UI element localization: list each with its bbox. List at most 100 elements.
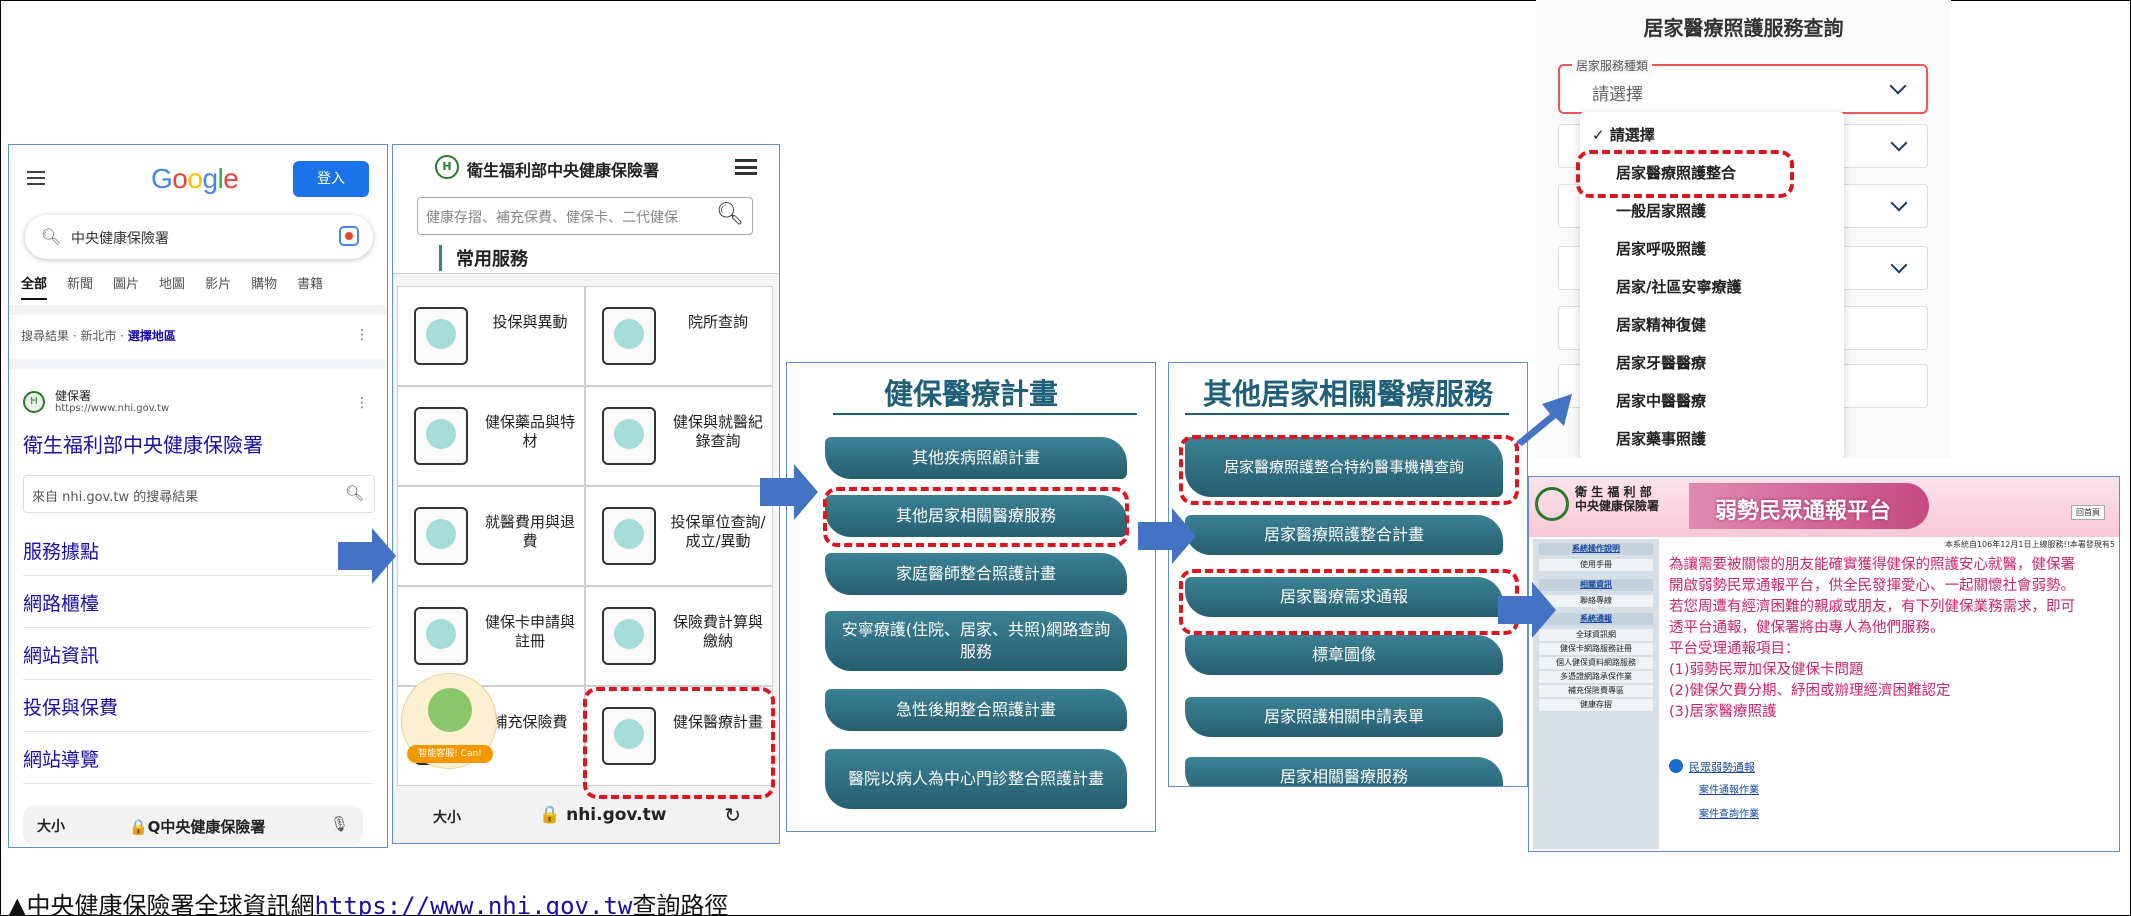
- service-tile[interactable]: 健保卡申請與註冊: [397, 586, 585, 686]
- title-underline: [833, 413, 1137, 415]
- home-button[interactable]: 回首頁: [2071, 505, 2105, 520]
- divider: [23, 575, 373, 576]
- sitelink[interactable]: 投保與保費: [23, 693, 118, 720]
- arrow-right-icon: [1498, 582, 1556, 638]
- address-text: 🔒Q中央健康保險署: [129, 818, 266, 836]
- home-service-item[interactable]: 居家醫療需求通報: [1185, 577, 1503, 617]
- search-tabs: 全部 新聞 圖片 地圖 影片 購物 書籍: [21, 273, 323, 300]
- home-service-item[interactable]: 居家相關醫療服務: [1185, 757, 1503, 786]
- plan-item[interactable]: 醫院以病人為中心門診整合照護計畫: [825, 749, 1127, 809]
- dropdown-option[interactable]: 居家醫療照護整合: [1580, 154, 1844, 192]
- more-options-icon[interactable]: ⋮: [355, 327, 369, 343]
- chevron-down-icon: [1890, 134, 1908, 152]
- sidebar-item[interactable]: 使用手冊: [1539, 559, 1653, 571]
- sidebar-item[interactable]: 個人健保資料網路服務: [1539, 657, 1653, 669]
- arrow-right-icon: [338, 528, 396, 584]
- service-tile[interactable]: 投保單位查詢/成立/異動: [585, 486, 773, 586]
- location-line: 搜尋結果 · 新北市 · 選擇地區: [21, 329, 176, 343]
- home-service-item[interactable]: 居家醫療照護整合特約醫事機構查詢: [1185, 437, 1503, 497]
- dropdown-option[interactable]: 請選擇: [1580, 116, 1844, 154]
- text-size-button[interactable]: 大小: [433, 807, 461, 827]
- case-query-link[interactable]: 案件查詢作業: [1699, 805, 1759, 820]
- service-tile[interactable]: 健保與就醫紀錄查詢: [585, 386, 773, 486]
- text-size-button[interactable]: 大小: [37, 816, 65, 836]
- browser-address-bar[interactable]: 大小 🔒 nhi.gov.tw ↻: [393, 789, 779, 843]
- heart-hands-icon: [602, 707, 656, 765]
- chatbot-badge[interactable]: 智能客服! Can!: [407, 745, 493, 763]
- service-tile[interactable]: 投保與異動: [397, 286, 585, 386]
- vulnerable-report-platform-screen: 衛 生 福 利 部中央健康保險署 弱勢民眾通報平台 回首頁 系統操作說明 使用手…: [1528, 476, 2120, 852]
- dropdown-option[interactable]: 居家/社區安寧療護: [1580, 268, 1844, 306]
- dropdown-option[interactable]: 一般居家照護: [1580, 192, 1844, 230]
- sitelink[interactable]: 網站導覽: [23, 745, 99, 772]
- case-report-link[interactable]: 案件通報作業: [1699, 781, 1759, 796]
- building-icon: [602, 507, 656, 565]
- menu-icon[interactable]: [735, 159, 757, 175]
- system-notice: 本系統自106年12月1日上線服務!!本署發現有5: [1944, 540, 2115, 549]
- search-icon[interactable]: 🔍︎: [716, 202, 744, 227]
- nhi-website-link[interactable]: https://www.nhi.gov.tw: [314, 892, 632, 916]
- bill-refund-icon: [414, 507, 468, 565]
- arrow-right-icon: [760, 464, 818, 520]
- browser-address-bar[interactable]: 大小 🔒Q中央健康保險署 🎙︎: [23, 805, 363, 845]
- sitelink[interactable]: 網路櫃檯: [23, 589, 99, 616]
- tab-videos[interactable]: 影片: [205, 273, 231, 300]
- org-name: 衛 生 福 利 部中央健康保險署: [1575, 485, 1660, 513]
- home-service-item[interactable]: 標章圖像: [1185, 635, 1503, 675]
- title-underline: [1185, 413, 1509, 415]
- google-lens-icon[interactable]: [339, 226, 359, 246]
- result-options-icon[interactable]: ⋮: [355, 395, 369, 411]
- address-text: 🔒 nhi.gov.tw: [539, 805, 667, 825]
- tab-images[interactable]: 圖片: [113, 273, 139, 300]
- sidebar-item[interactable]: 系統操作說明: [1539, 543, 1653, 555]
- divider: [23, 783, 373, 784]
- service-tile-health-plan[interactable]: 健保醫療計畫: [585, 686, 773, 786]
- google-search-input[interactable]: 🔍︎ 中央健康保險署: [25, 215, 373, 259]
- plan-item[interactable]: 家庭醫師整合照護計畫: [825, 553, 1127, 595]
- microphone-icon[interactable]: 🎙︎: [330, 815, 349, 833]
- site-header: 衛 生 福 利 部中央健康保險署 弱勢民眾通報平台 回首頁: [1529, 477, 2119, 537]
- service-tile[interactable]: 就醫費用與退費: [397, 486, 585, 586]
- sitelink[interactable]: 服務據點: [23, 537, 99, 564]
- arrow-up-right-icon: [1516, 394, 1572, 446]
- sitelink[interactable]: 網站資訊: [23, 641, 99, 668]
- dropdown-option[interactable]: 居家牙醫醫療: [1580, 344, 1844, 382]
- home-service-item[interactable]: 居家醫療照護整合計畫: [1185, 515, 1503, 555]
- plan-item[interactable]: 其他居家相關醫療服務: [825, 495, 1127, 537]
- service-type-select[interactable]: 居家服務種類 請選擇: [1558, 57, 1928, 114]
- sidebar-item[interactable]: 補充保險費專區: [1539, 685, 1653, 697]
- chevron-down-icon: [1890, 194, 1908, 212]
- tab-maps[interactable]: 地圖: [159, 273, 185, 300]
- figure-caption: ▲中央健康保險署全球資訊網https://www.nhi.gov.tw查詢路徑: [8, 886, 728, 916]
- plan-item[interactable]: 急性後期整合照護計畫: [825, 689, 1127, 731]
- reload-icon[interactable]: ↻: [724, 803, 741, 827]
- tab-books[interactable]: 書籍: [297, 273, 323, 300]
- sidebar-item[interactable]: 健康存摺: [1539, 699, 1653, 711]
- dropdown-option[interactable]: 居家藥事照護: [1580, 420, 1844, 458]
- service-tile[interactable]: 健保藥品與特材: [397, 386, 585, 486]
- health-plan-panel: 健保醫療計畫 其他疾病照顧計畫 其他居家相關醫療服務 家庭醫師整合照護計畫 安寧…: [786, 362, 1156, 832]
- tab-shopping[interactable]: 購物: [251, 273, 277, 300]
- dropdown-option[interactable]: 居家中醫醫療: [1580, 382, 1844, 420]
- arrow-right-icon: [1138, 508, 1196, 564]
- sidebar-item[interactable]: 多憑證網路承保作業: [1539, 671, 1653, 683]
- sidebar-item[interactable]: 健保卡網路服務註冊: [1539, 643, 1653, 655]
- dropdown-option[interactable]: 居家精神復健: [1580, 306, 1844, 344]
- site-search-input[interactable]: 來自 nhi.gov.tw 的搜尋結果 🔍︎: [23, 475, 375, 513]
- dropdown-option[interactable]: 居家呼吸照護: [1580, 230, 1844, 268]
- menu-icon[interactable]: [27, 171, 45, 185]
- nhi-mobile-screen: H 衛生福利部中央健康保險署 健康存摺、補充保費、健保卡、二代健保 🔍︎ 常用服…: [392, 144, 780, 844]
- report-section-link[interactable]: 民眾弱勢通報: [1689, 759, 1755, 775]
- login-button[interactable]: 登入: [293, 161, 369, 197]
- choose-region-link[interactable]: 選擇地區: [128, 329, 176, 343]
- service-tile[interactable]: 院所查詢: [585, 286, 773, 386]
- result-title-link[interactable]: 衛生福利部中央健康保險署: [23, 429, 263, 458]
- home-service-item[interactable]: 居家照護相關申請表單: [1185, 697, 1503, 737]
- tab-news[interactable]: 新聞: [67, 273, 93, 300]
- plan-item[interactable]: 其他疾病照顧計畫: [825, 437, 1127, 479]
- site-search-input[interactable]: 健康存摺、補充保費、健保卡、二代健保 🔍︎: [417, 197, 753, 235]
- service-tile[interactable]: 保險費計算與繳納: [585, 586, 773, 686]
- tab-all[interactable]: 全部: [21, 273, 48, 300]
- medicine-icon: [414, 407, 468, 465]
- plan-item[interactable]: 安寧療護(住院、居家、共照)網路查詢服務: [825, 611, 1127, 671]
